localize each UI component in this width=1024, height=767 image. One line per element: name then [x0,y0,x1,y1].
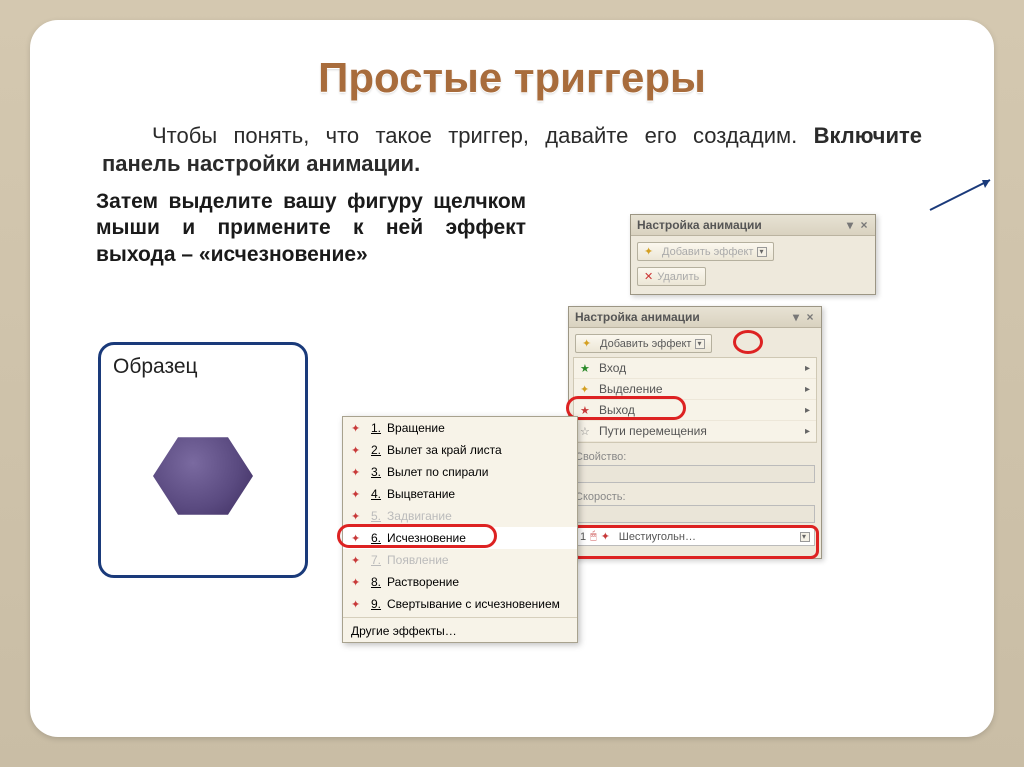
para1-text-a: Чтобы понять, что такое триггер, давайте… [152,123,814,148]
chevron-right-icon: ▸ [805,426,810,437]
star-icon: ✦ [582,337,596,350]
sample-box: Образец [98,342,308,578]
panel1-dropdown-icon[interactable]: ▾ [845,218,855,232]
effects-submenu: ✦1.Вращение ✦2.Вылет за край листа ✦3.Вы… [342,416,578,643]
highlight-object-row [571,525,819,559]
chevron-right-icon: ▸ [805,405,810,416]
star-icon: ✦ [351,554,365,567]
effect-row[interactable]: ✦8.Растворение [343,571,577,593]
effect-row-selected[interactable]: ✦6.Исчезновение [343,527,577,549]
highlight-add-dropdown [733,330,763,354]
star-icon: ★ [580,362,594,375]
panel2-toolbar: ✦ Добавить эффект [569,328,821,355]
highlight-exit [566,396,686,420]
effect-row[interactable]: ✦4.Выцветание [343,483,577,505]
panel2-close-icon[interactable]: × [805,310,815,324]
animation-pane-1: Настройка анимации ▾ × ✦ Добавить эффект… [630,214,876,295]
panel1-title: Настройка анимации [637,218,762,232]
star-icon: ✦ [351,444,365,457]
effect-row[interactable]: ✦3.Вылет по спирали [343,461,577,483]
effect-row[interactable]: ✦9.Свертывание с исчезновением [343,593,577,615]
effect-row[interactable]: ✦2.Вылет за край листа [343,439,577,461]
chevron-down-icon [757,247,767,257]
menu-entrance[interactable]: ★Вход▸ [574,358,816,379]
panel2-titlebar: Настройка анимации ▾ × [569,307,821,328]
chevron-right-icon: ▸ [805,384,810,395]
slide-card: Простые триггеры Чтобы понять, что такое… [30,20,994,737]
more-effects[interactable]: Другие эффекты… [343,620,577,642]
delete-x-icon: ✕ [644,270,653,283]
panel1-titlebar: Настройка анимации ▾ × [631,215,875,236]
panel1-toolbar: ✦ Добавить эффект [631,236,875,267]
star-icon: ✦ [580,383,594,396]
menu-exit[interactable]: ★Выход▸ [574,400,816,421]
property-field[interactable] [575,465,815,483]
star-icon: ☆ [580,425,594,438]
slide-title: Простые триггеры [86,54,938,102]
effect-row[interactable]: ✦1.Вращение [343,417,577,439]
star-icon: ✦ [351,576,365,589]
star-icon: ✦ [351,466,365,479]
star-icon: ✦ [351,598,365,611]
panel1-delete-button[interactable]: ✕ Удалить [637,267,706,286]
star-icon: ✦ [351,422,365,435]
property-label: Свойство: [569,447,821,465]
chevron-right-icon: ▸ [805,363,810,374]
hexagon-shape[interactable] [153,433,253,519]
sample-label: Образец [113,355,293,379]
menu-motion-paths[interactable]: ☆Пути перемещения▸ [574,421,816,442]
animation-pane-2: Настройка анимации ▾ × ✦ Добавить эффект… [568,306,822,559]
chevron-down-icon [695,339,705,349]
star-icon: ✦ [351,510,365,523]
speed-field[interactable] [575,505,815,523]
star-icon: ✦ [351,488,365,501]
paragraph-2: Затем выделите вашу фигуру щелчком мыши … [96,189,526,268]
highlight-disappear [337,524,497,548]
panel2-title: Настройка анимации [575,310,700,324]
star-icon: ✦ [644,245,658,258]
panel1-add-effect-button[interactable]: ✦ Добавить эффект [637,242,774,261]
panel1-close-icon[interactable]: × [859,218,869,232]
paragraph-1: Чтобы понять, что такое триггер, давайте… [102,122,922,177]
speed-label: Скорость: [569,487,821,505]
add-effect-button[interactable]: ✦ Добавить эффект [575,334,712,353]
panel2-dropdown-icon[interactable]: ▾ [791,310,801,324]
effect-row[interactable]: ✦7.Появление [343,549,577,571]
